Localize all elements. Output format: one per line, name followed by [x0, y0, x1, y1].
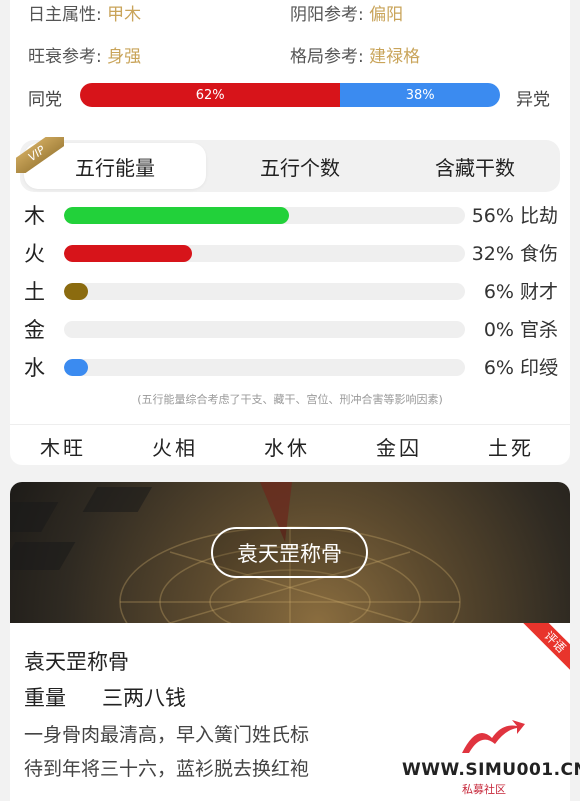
day-master-row: 日主属性: 甲木 [28, 0, 141, 25]
bone-banner[interactable]: 袁天罡称骨 [10, 482, 570, 623]
poem-line-1: 一身骨肉最清高，早入簧门姓氏标 [24, 724, 310, 746]
pattern-label: 格局参考: [290, 47, 364, 67]
yinyang-label: 阴阳参考: [290, 5, 364, 25]
same-party-label: 同党 [28, 90, 62, 110]
diff-party-segment: 38% [340, 83, 500, 107]
day-master-label: 日主属性: [28, 5, 102, 25]
bone-banner-button[interactable]: 袁天罡称骨 [211, 527, 368, 578]
watermark-sub: 私募社区 [462, 783, 506, 796]
weight-value: 三两八钱 [102, 686, 186, 710]
element-row-wood: 木 56% 比劫 [10, 196, 570, 234]
tab-hidden-stems[interactable]: 含藏干数 [390, 140, 560, 192]
element-char: 土 [24, 280, 45, 304]
vip-badge: VIP [16, 137, 64, 173]
same-party-segment: 62% [80, 83, 341, 107]
vip-badge-text: VIP [16, 137, 64, 173]
comment-ribbon-text: 评语 [516, 623, 570, 673]
element-bar-track [64, 207, 465, 224]
pattern-value: 建禄格 [369, 47, 421, 67]
site-watermark: WWW.SIMU001.CN 私募社区 [402, 718, 580, 798]
element-row-water: 水 6% 印绶 [10, 348, 570, 386]
watermark-url: WWW.SIMU001.CN [402, 760, 580, 780]
state-water: 水休 [264, 436, 310, 460]
tab-wuxing-count[interactable]: 五行个数 [210, 140, 390, 192]
element-percent: 0% 官杀 [483, 319, 558, 341]
element-bar-track [64, 283, 465, 300]
strength-value: 身强 [107, 47, 142, 67]
poem-line-2: 待到年将三十六，蓝衫脱去换红袍 [24, 758, 310, 780]
state-wood: 木旺 [40, 436, 86, 460]
element-percent: 6% 财才 [483, 281, 558, 303]
pattern-row: 格局参考: 建禄格 [290, 42, 420, 67]
element-char: 火 [24, 242, 45, 266]
diff-party-label: 异党 [516, 90, 550, 110]
element-row-fire: 火 32% 食伤 [10, 234, 570, 272]
state-fire: 火相 [152, 436, 198, 460]
element-char: 金 [24, 318, 45, 342]
element-bar-fill [64, 207, 289, 224]
yinyang-row: 阴阳参考: 偏阳 [290, 0, 403, 25]
divider [10, 424, 570, 425]
element-row-metal: 金 0% 官杀 [10, 310, 570, 348]
comment-ribbon: 评语 [514, 623, 570, 673]
state-earth: 土死 [488, 436, 534, 460]
wuxing-card: 日主属性: 甲木 阴阳参考: 偏阳 旺衰参考: 身强 格局参考: 建禄格 同党 … [10, 0, 570, 465]
day-master-value: 甲木 [107, 5, 142, 25]
element-bar-fill [64, 359, 89, 376]
strength-label: 旺衰参考: [28, 47, 102, 67]
wuxing-tabs: 五行能量 五行个数 含藏干数 [20, 140, 560, 192]
element-bar-track [64, 359, 465, 376]
energy-note: (五行能量综合考虑了干支、藏干、宫位、刑冲合害等影响因素) [137, 393, 443, 406]
state-metal: 金囚 [376, 436, 422, 460]
element-percent: 56% 比劫 [471, 205, 558, 227]
element-char: 水 [24, 356, 45, 380]
element-percent: 32% 食伤 [471, 243, 558, 265]
element-bar-track [64, 245, 465, 262]
element-row-earth: 土 6% 财才 [10, 272, 570, 310]
element-bar-track [64, 321, 465, 338]
party-ratio-bar: 62% 38% [80, 83, 500, 107]
yinyang-value: 偏阳 [369, 5, 404, 25]
bone-title: 袁天罡称骨 [24, 650, 129, 674]
element-percent: 6% 印绶 [483, 357, 558, 379]
watermark-logo-icon [462, 720, 525, 753]
element-char: 木 [24, 204, 45, 228]
element-bar-fill [64, 245, 193, 262]
strength-row: 旺衰参考: 身强 [28, 42, 141, 67]
element-bar-fill [64, 283, 89, 300]
weight-label: 重量 [24, 686, 66, 710]
